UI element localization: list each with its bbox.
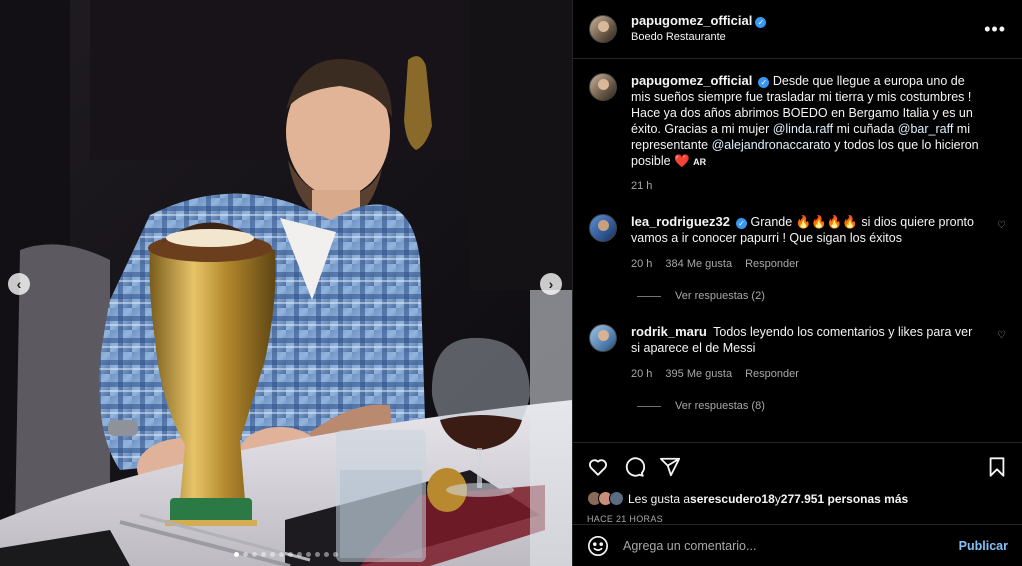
more-options-icon[interactable]: ••• — [984, 19, 1006, 40]
likes-summary[interactable]: Les gusta a serescudero18 y 277.951 pers… — [587, 491, 1008, 506]
verified-icon: ✓ — [758, 77, 770, 88]
likes-count[interactable]: 277.951 personas más — [781, 492, 908, 506]
comment-username[interactable]: lea_rodriguez32 — [631, 214, 730, 229]
carousel-dot — [306, 552, 311, 557]
view-replies-button[interactable]: Ver respuestas (2) — [637, 290, 1006, 302]
next-slide-button[interactable]: › — [540, 273, 562, 295]
comment-likes[interactable]: 384 Me gusta — [665, 256, 732, 272]
carousel-dot — [288, 552, 293, 557]
post-side-panel: papugomez_official ✓ Boedo Restaurante ••… — [572, 0, 1022, 566]
comment-item: lea_rodriguez32 ✓ Grande 🔥🔥🔥🔥 si dios qui… — [589, 214, 1006, 272]
carousel-dot — [261, 552, 266, 557]
comment-username[interactable]: rodrik_maru — [631, 324, 707, 339]
commenter-avatar[interactable] — [589, 324, 617, 352]
view-replies-label: Ver respuestas (8) — [675, 400, 765, 412]
reply-button[interactable]: Responder — [745, 366, 799, 382]
caption-time[interactable]: 21 h — [631, 178, 652, 194]
carousel-dot — [234, 552, 239, 557]
caption-avatar[interactable] — [589, 73, 617, 101]
comment-time[interactable]: 20 h — [631, 256, 652, 272]
post-image — [0, 0, 572, 566]
caption-username[interactable]: papugomez_official — [631, 73, 752, 88]
likes-prefix: Les gusta a — [628, 491, 691, 506]
verified-icon: ✓ — [736, 218, 747, 229]
comment-like-heart-icon[interactable]: ♡ — [997, 330, 1006, 341]
view-replies-button[interactable]: Ver respuestas (8) — [637, 400, 1006, 412]
carousel-dot — [324, 552, 329, 557]
post-timestamp[interactable]: HACE 21 HORAS — [587, 514, 1008, 524]
carousel-dot — [270, 552, 275, 557]
comment-icon[interactable] — [623, 456, 645, 478]
heart-icon[interactable] — [587, 456, 609, 478]
previous-slide-button[interactable]: ‹ — [8, 273, 30, 295]
carousel-dot — [333, 552, 338, 557]
emoji-icon[interactable] — [587, 535, 609, 557]
post-header: papugomez_official ✓ Boedo Restaurante ••… — [573, 0, 1022, 59]
author-avatar[interactable] — [589, 15, 617, 43]
caption-text: mi cuñada — [833, 122, 898, 136]
add-comment-bar: Publicar — [573, 524, 1022, 566]
heart-emoji: ❤️ — [674, 154, 690, 168]
author-username[interactable]: papugomez_official — [631, 13, 752, 28]
post-location[interactable]: Boedo Restaurante — [631, 29, 766, 45]
comment-input[interactable] — [623, 538, 959, 553]
post-photo[interactable]: ‹ › — [0, 0, 572, 566]
bookmark-icon[interactable] — [986, 456, 1008, 478]
comment-like-heart-icon[interactable]: ♡ — [997, 220, 1006, 231]
view-replies-label: Ver respuestas (2) — [675, 290, 765, 302]
flag-emoji: AR — [693, 157, 707, 167]
carousel-dot — [315, 552, 320, 557]
share-icon[interactable] — [659, 456, 681, 478]
mention-link[interactable]: @bar_raff — [898, 122, 954, 136]
publish-button[interactable]: Publicar — [959, 539, 1008, 553]
commenter-avatar[interactable] — [589, 214, 617, 242]
comment-time[interactable]: 20 h — [631, 366, 652, 382]
verified-icon: ✓ — [755, 17, 767, 28]
carousel-dot — [252, 552, 257, 557]
comment-item: rodrik_maru Todos leyendo los comentario… — [589, 324, 1006, 382]
comments-section: papugomez_official ✓ Desde que llegue a e… — [573, 59, 1022, 442]
carousel-dot — [297, 552, 302, 557]
caption: papugomez_official ✓ Desde que llegue a e… — [589, 73, 1006, 194]
liker-avatars — [587, 491, 624, 506]
mention-link[interactable]: @linda.raff — [773, 122, 833, 136]
liker-username[interactable]: serescudero18 — [690, 492, 775, 506]
carousel-indicator — [0, 552, 572, 557]
carousel-dot — [243, 552, 248, 557]
carousel-dot — [279, 552, 284, 557]
reply-button[interactable]: Responder — [745, 256, 799, 272]
mention-link[interactable]: @alejandronaccarato — [712, 138, 831, 152]
comment-likes[interactable]: 395 Me gusta — [665, 366, 732, 382]
